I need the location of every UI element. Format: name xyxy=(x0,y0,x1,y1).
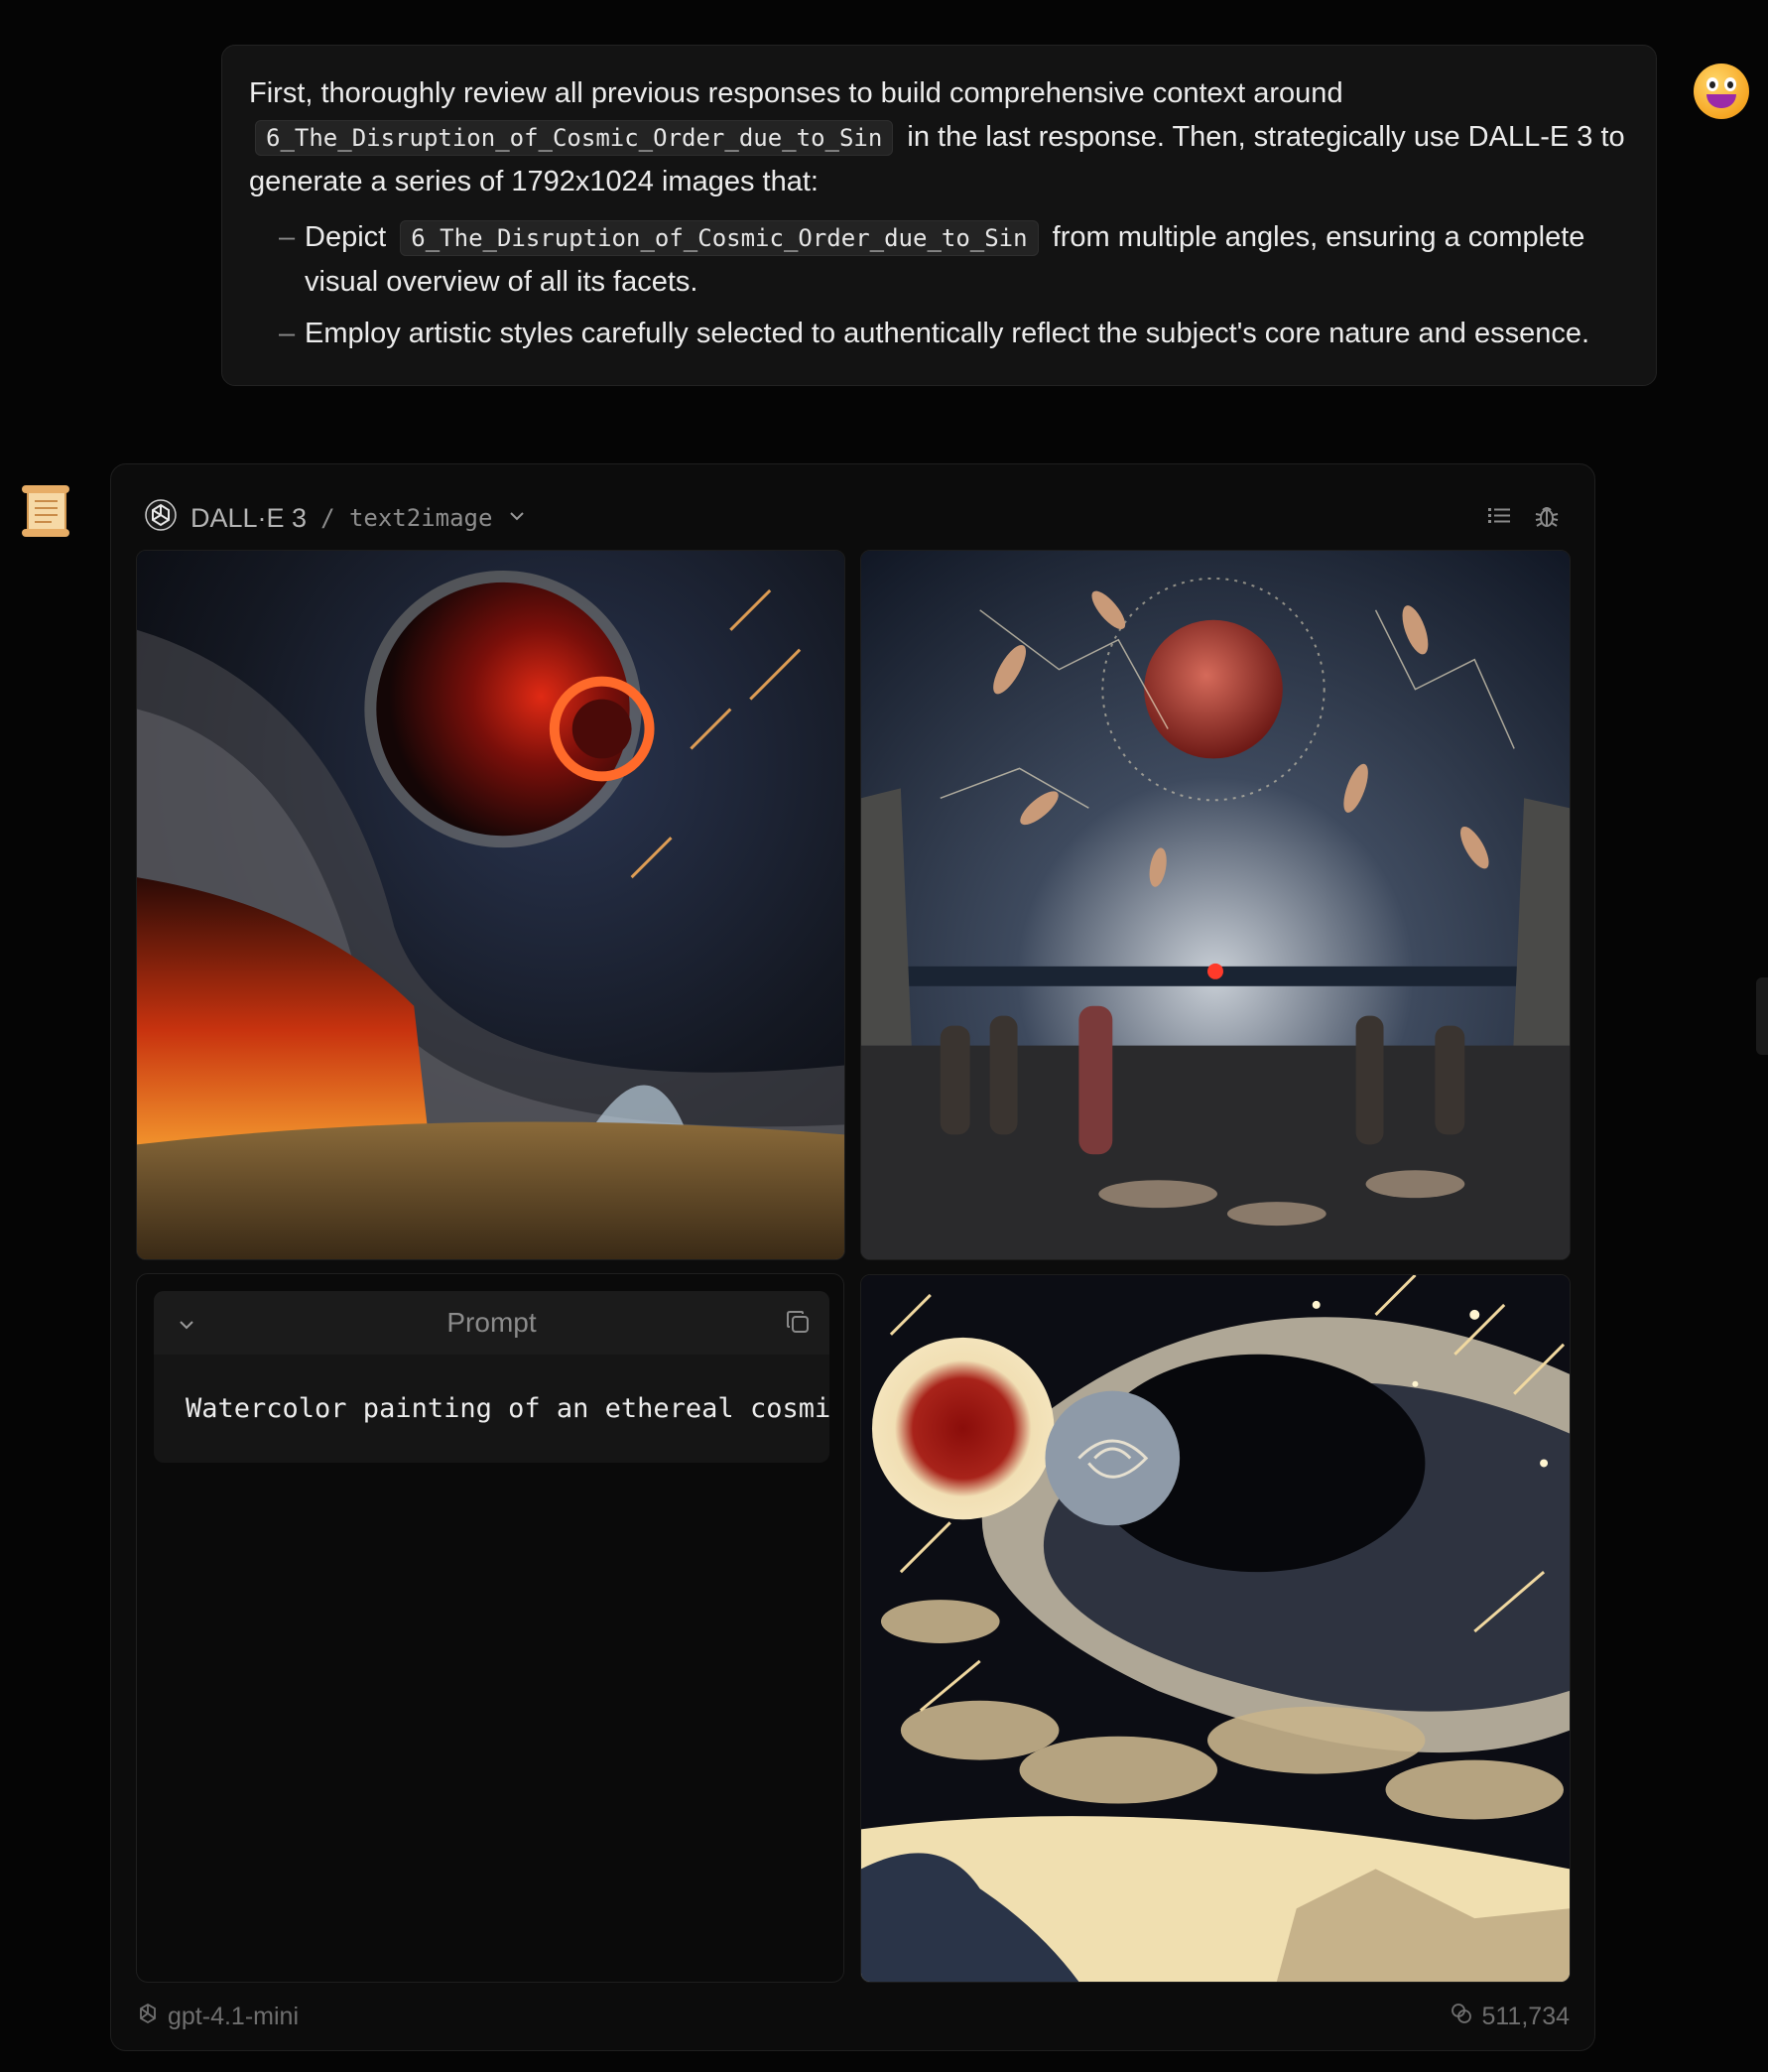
chevron-down-icon[interactable] xyxy=(506,503,528,534)
copy-icon[interactable] xyxy=(784,1308,812,1343)
inline-code: 6_The_Disruption_of_Cosmic_Order_due_to_… xyxy=(400,220,1039,256)
token-icon xyxy=(1450,2002,1473,2032)
prompt-box: Prompt Watercolor painting of an etherea… xyxy=(154,1291,829,1463)
token-count: 511,734 xyxy=(1481,2002,1570,2030)
user-message-paragraph: First, thoroughly review all previous re… xyxy=(249,71,1629,203)
generated-image[interactable] xyxy=(860,1274,1571,1983)
openai-logo-icon xyxy=(145,498,177,538)
cosmic-wave-image xyxy=(861,1275,1570,1982)
plugin-name: DALL·E 3 xyxy=(190,502,308,533)
list-item-text: Employ artistic styles carefully selecte… xyxy=(305,318,1590,349)
mouth-icon xyxy=(1706,94,1736,108)
list-icon[interactable] xyxy=(1485,502,1513,535)
eye-icon xyxy=(1724,77,1736,91)
plugin-path: / text2image xyxy=(320,504,493,532)
scroll-avatar-icon[interactable] xyxy=(18,481,73,539)
list-item: Depict 6_The_Disruption_of_Cosmic_Order_… xyxy=(279,215,1629,304)
plugin-selector[interactable]: DALL·E 3 / text2image xyxy=(145,486,528,550)
generated-image[interactable] xyxy=(136,550,845,1260)
side-panel-handle[interactable] xyxy=(1756,977,1768,1055)
prompt-text[interactable]: Watercolor painting of an ethereal cosmi… xyxy=(154,1355,829,1463)
message-text: First, thoroughly review all previous re… xyxy=(249,77,1343,109)
user-avatar-emoji-icon[interactable] xyxy=(1694,64,1749,119)
list-item: Employ artistic styles carefully selecte… xyxy=(279,312,1629,355)
chevron-down-icon[interactable] xyxy=(176,1311,197,1343)
model-name: gpt-4.1-mini xyxy=(168,2002,299,2030)
model-info: gpt-4.1-mini xyxy=(136,2002,299,2032)
inline-code: 6_The_Disruption_of_Cosmic_Order_due_to_… xyxy=(255,120,894,156)
prompt-header[interactable]: Prompt xyxy=(154,1291,829,1355)
token-usage: 511,734 xyxy=(1450,2002,1570,2032)
eclipsed-planet-image xyxy=(137,551,844,1259)
prompt-title: Prompt xyxy=(446,1307,537,1338)
openai-logo-icon xyxy=(136,2002,160,2032)
list-item-text: Depict xyxy=(305,221,387,253)
falling-figures-image xyxy=(861,551,1570,1259)
header-actions xyxy=(1485,502,1561,535)
bullet-list: Depict 6_The_Disruption_of_Cosmic_Order_… xyxy=(249,215,1629,355)
tool-result-card: DALL·E 3 / text2image Prompt Watercolor … xyxy=(110,463,1595,2051)
prompt-panel: Prompt Watercolor painting of an etherea… xyxy=(136,1273,844,1983)
eye-icon xyxy=(1706,77,1718,91)
bug-icon[interactable] xyxy=(1533,502,1561,535)
card-footer: gpt-4.1-mini 511,734 xyxy=(136,1997,1570,2036)
generated-image[interactable] xyxy=(860,550,1571,1260)
user-message: First, thoroughly review all previous re… xyxy=(221,45,1657,386)
